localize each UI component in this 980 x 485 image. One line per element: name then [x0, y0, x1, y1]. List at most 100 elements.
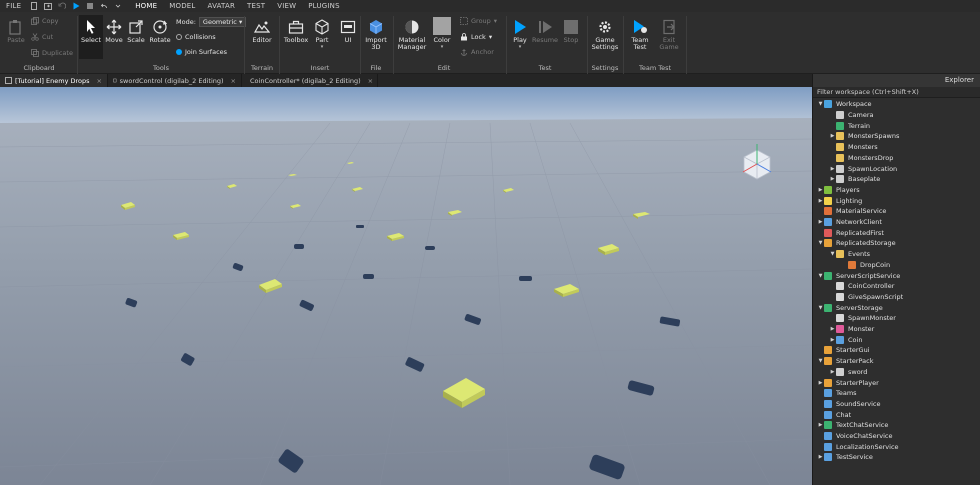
part-button[interactable]: Part ▾ — [312, 19, 332, 51]
explorer-item[interactable]: Terrain — [813, 120, 980, 131]
chevron-down-icon[interactable]: ▼ — [817, 240, 824, 246]
game-settings-button[interactable]: Game Settings — [591, 19, 619, 51]
chevron-right-icon[interactable]: ▶ — [817, 187, 824, 193]
explorer-item[interactable]: MonstersDrop — [813, 153, 980, 164]
explorer-item[interactable]: SpawnMonster — [813, 313, 980, 324]
explorer-item[interactable]: ▶ MonsterSpawns — [813, 131, 980, 142]
lock-button[interactable]: Lock ▾ — [460, 33, 492, 41]
explorer-item[interactable]: VoiceChatService — [813, 431, 980, 442]
explorer-filter-input[interactable]: Filter workspace (Ctrl+Shift+X) — [813, 87, 980, 98]
chevron-right-icon[interactable]: ▶ — [817, 380, 824, 386]
chevron-down-icon[interactable]: ▼ — [829, 251, 836, 257]
explorer-item[interactable]: ▶ Baseplate — [813, 174, 980, 185]
chevron-right-icon[interactable]: ▶ — [829, 166, 836, 172]
mode-dropdown[interactable]: Geometric ▾ — [198, 17, 247, 27]
explorer-item[interactable]: ▶ Players — [813, 185, 980, 196]
chevron-down-icon[interactable]: ▼ — [817, 101, 824, 107]
explorer-item[interactable]: StarterGui — [813, 345, 980, 356]
tab-model[interactable]: MODEL — [163, 2, 201, 10]
explorer-item[interactable]: ▼ ServerStorage — [813, 302, 980, 313]
explorer-item[interactable]: ▶ sword — [813, 367, 980, 378]
tab-view[interactable]: VIEW — [271, 2, 302, 10]
collisions-checkbox[interactable] — [176, 34, 182, 40]
open-file-icon[interactable] — [44, 2, 53, 10]
chevron-down-icon[interactable]: ▼ — [817, 305, 824, 311]
chevron-right-icon[interactable]: ▶ — [817, 198, 824, 204]
material-manager-button[interactable]: Material Manager — [396, 19, 428, 51]
undo-arrow-icon[interactable] — [100, 2, 108, 10]
paste-button[interactable]: Paste — [5, 19, 27, 44]
cut-button[interactable]: Cut — [31, 33, 53, 41]
close-icon[interactable]: × — [97, 77, 102, 85]
chevron-right-icon[interactable]: ▶ — [829, 176, 836, 182]
terrain-editor-button[interactable]: Editor — [250, 19, 274, 44]
explorer-item[interactable]: CoinController — [813, 281, 980, 292]
tab-sword-control[interactable]: swordControl (digilab_2 Editing) × — [108, 74, 242, 87]
explorer-item[interactable]: ▶ Lighting — [813, 195, 980, 206]
undo-icon[interactable] — [58, 2, 67, 10]
chevron-down-icon[interactable]: ▼ — [817, 358, 824, 364]
explorer-item[interactable]: ▼ Workspace — [813, 99, 980, 110]
baseplate-ground[interactable] — [0, 118, 812, 485]
customize-icon[interactable] — [114, 2, 122, 10]
tab-test[interactable]: TEST — [241, 2, 271, 10]
import-3d-button[interactable]: Import 3D — [364, 19, 388, 51]
chevron-right-icon[interactable]: ▶ — [829, 326, 836, 332]
file-menu[interactable]: FILE — [0, 2, 27, 10]
move-button[interactable]: Move — [104, 19, 124, 44]
chevron-right-icon[interactable]: ▶ — [817, 422, 824, 428]
tab-coin-controller[interactable]: CoinController* (digilab_2 Editing) × — [242, 74, 378, 87]
tab-plugins[interactable]: PLUGINS — [302, 2, 345, 10]
anchor-button[interactable]: Anchor — [460, 48, 494, 56]
explorer-item[interactable]: Monsters — [813, 142, 980, 153]
join-surfaces-checkbox[interactable] — [176, 49, 182, 55]
explorer-item[interactable]: DropCoin — [813, 260, 980, 271]
explorer-item[interactable]: ▶ NetworkClient — [813, 217, 980, 228]
exit-game-button[interactable]: Exit Game — [658, 19, 680, 51]
color-button[interactable]: Color ▾ — [431, 17, 453, 51]
explorer-item[interactable]: ▶ Monster — [813, 324, 980, 335]
explorer-item[interactable]: SoundService — [813, 399, 980, 410]
chevron-down-icon[interactable]: ▼ — [817, 273, 824, 279]
explorer-item[interactable]: ▶ TextChatService — [813, 420, 980, 431]
team-test-button[interactable]: Team Test — [628, 19, 652, 51]
explorer-item[interactable]: ▼ Events — [813, 249, 980, 260]
close-icon[interactable]: × — [231, 77, 236, 85]
explorer-item[interactable]: Teams — [813, 388, 980, 399]
close-icon[interactable]: × — [368, 77, 373, 85]
chevron-right-icon[interactable]: ▶ — [817, 454, 824, 460]
viewport-scene[interactable] — [0, 87, 812, 485]
explorer-item[interactable]: Camera — [813, 110, 980, 121]
join-surfaces-toggle[interactable]: Join Surfaces — [176, 48, 227, 56]
chevron-right-icon[interactable]: ▶ — [829, 337, 836, 343]
explorer-item[interactable]: ▼ ServerScriptService — [813, 270, 980, 281]
ui-button[interactable]: UI — [338, 19, 358, 44]
collisions-toggle[interactable]: Collisions — [176, 33, 216, 41]
duplicate-button[interactable]: Duplicate — [31, 49, 73, 57]
explorer-item[interactable]: ▶ TestService — [813, 452, 980, 463]
tab-enemy-drops[interactable]: [Tutorial] Enemy Drops × — [0, 74, 108, 87]
explorer-item[interactable]: MaterialService — [813, 206, 980, 217]
resume-button[interactable]: Resume — [532, 19, 558, 44]
tab-avatar[interactable]: AVATAR — [202, 2, 242, 10]
explorer-item[interactable]: ▼ StarterPack — [813, 356, 980, 367]
chevron-right-icon[interactable]: ▶ — [829, 133, 836, 139]
play-quick-icon[interactable] — [72, 2, 80, 10]
play-button[interactable]: Play ▾ — [510, 19, 530, 51]
explorer-item[interactable]: Chat — [813, 409, 980, 420]
select-button[interactable]: Select — [79, 15, 103, 59]
explorer-item[interactable]: ▼ ReplicatedStorage — [813, 238, 980, 249]
new-file-icon[interactable] — [30, 2, 38, 10]
group-button[interactable]: Group ▾ — [460, 17, 497, 25]
rotate-button[interactable]: Rotate — [148, 19, 172, 44]
explorer-item[interactable]: GiveSpawnScript — [813, 292, 980, 303]
explorer-item[interactable]: ▶ SpawnLocation — [813, 163, 980, 174]
stop-button[interactable]: Stop — [561, 19, 581, 44]
explorer-item[interactable]: ReplicatedFirst — [813, 227, 980, 238]
tab-home[interactable]: HOME — [129, 2, 163, 10]
scale-button[interactable]: Scale — [126, 19, 146, 44]
explorer-item[interactable]: ▶ StarterPlayer — [813, 377, 980, 388]
copy-button[interactable]: Copy — [31, 17, 59, 25]
toolbox-button[interactable]: Toolbox — [283, 19, 309, 44]
chevron-right-icon[interactable]: ▶ — [829, 369, 836, 375]
